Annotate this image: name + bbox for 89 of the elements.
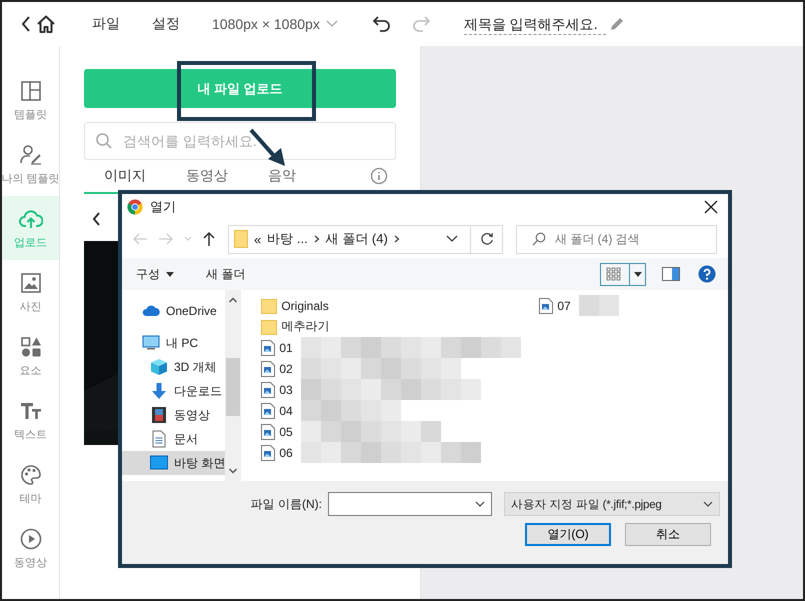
layout-icon (18, 78, 42, 102)
caret-icon (634, 272, 642, 276)
folder-tree-item[interactable]: 바탕 화면 (122, 451, 226, 475)
image-file-icon (261, 382, 276, 398)
help-icon[interactable] (698, 265, 716, 283)
menu-item[interactable]: 파일 (92, 15, 120, 33)
file-item[interactable]: 03 (261, 379, 540, 400)
browser-icon (127, 199, 143, 215)
search-field[interactable]: 검색어를 입력하세요. (84, 122, 396, 160)
field-label: 파일 이름(N): (250, 496, 322, 512)
chevron-down-icon[interactable] (446, 235, 458, 243)
image-file-icon (261, 402, 276, 418)
view-button[interactable] (600, 262, 630, 286)
dialog-title: 열기 (150, 198, 176, 216)
document-icon (150, 430, 168, 448)
tab[interactable]: 동영상 (166, 165, 248, 194)
search-icon (532, 232, 546, 246)
play-icon (18, 526, 42, 550)
image-file-icon (261, 424, 276, 440)
folder-tree-item[interactable]: 다운로드 (122, 379, 226, 403)
open-button[interactable]: 열기(O) (525, 523, 611, 546)
chevron-down-icon (326, 20, 338, 28)
info-icon (370, 166, 388, 184)
image-icon (18, 270, 42, 294)
folder-tree-item[interactable]: OneDrive (122, 299, 226, 323)
image-file-icon (261, 360, 276, 376)
image-file-icon (261, 340, 276, 356)
chevron-down-icon (703, 501, 713, 507)
organize-menu[interactable]: 구성 (136, 266, 174, 282)
monitor-icon (142, 334, 160, 352)
file-type-dropdown[interactable]: 사용자 지정 파일 (*.jfif;*.pjpeg (504, 492, 720, 516)
new-folder-button[interactable]: 새 폴더 (206, 266, 246, 282)
sidebar-item[interactable]: 동영상 (2, 516, 59, 580)
up-arrow-icon[interactable] (202, 231, 216, 247)
menu-item[interactable]: 설정 (152, 15, 180, 33)
user-pencil-icon (18, 142, 42, 166)
size-dropdown[interactable]: 1080px × 1080px (212, 16, 338, 32)
file-item[interactable]: 07 (539, 295, 803, 316)
chevron-down-icon (475, 501, 485, 507)
folder-tree-item[interactable]: 동영상 (122, 403, 226, 427)
file-item[interactable]: 01 (261, 337, 540, 358)
home-icon[interactable] (36, 14, 56, 34)
blurred-name (578, 295, 619, 316)
preview-pane-icon[interactable] (662, 267, 680, 281)
folder-tree-item[interactable]: 내 PC (122, 331, 226, 355)
file-item[interactable]: 메추라기 (261, 316, 540, 337)
breadcrumb-item[interactable]: 바탕 ... (267, 230, 308, 248)
address-bar[interactable]: « 바탕 ... 새 폴더 (4) (228, 224, 503, 254)
sidebar-item[interactable]: 사진 (2, 260, 59, 324)
sidebar-item[interactable]: 텍스트 (2, 388, 59, 452)
caret-icon (166, 272, 174, 276)
film-icon (150, 406, 168, 424)
folder-tree-item[interactable]: 문서 (122, 427, 226, 451)
image-file-icon (539, 298, 554, 314)
folder-icon (261, 298, 278, 314)
pencil-icon[interactable] (608, 16, 625, 32)
image-file-icon (261, 444, 276, 460)
refresh-icon (480, 232, 494, 246)
cube-icon (150, 358, 168, 376)
tab[interactable]: 음악 (248, 165, 316, 194)
folder-icon (261, 318, 278, 334)
cancel-button[interactable]: 취소 (625, 523, 711, 546)
chevron-right-icon (314, 235, 320, 243)
monitor-icon (150, 454, 168, 472)
file-item[interactable]: 02 (261, 358, 540, 379)
sidebar-item[interactable]: 테마 (2, 452, 59, 516)
back-icon[interactable] (92, 212, 102, 226)
breadcrumb-item[interactable]: 새 폴더 (4) (326, 230, 388, 248)
undo-icon[interactable] (372, 14, 392, 34)
sidebar-item[interactable]: 템플릿 (2, 68, 59, 132)
back-icon[interactable] (20, 15, 32, 33)
breadcrumb-overflow[interactable]: « (254, 232, 262, 246)
sidebar-item[interactable]: 나의 템플릿 (2, 132, 59, 196)
view-dropdown[interactable] (630, 262, 646, 286)
chevron-right-icon (394, 235, 400, 243)
filename-field[interactable] (328, 492, 492, 516)
folder-icon (234, 230, 248, 248)
search-field[interactable]: 새 폴더 (4) 검색 (516, 224, 717, 254)
close-icon[interactable] (704, 200, 718, 214)
file-item[interactable]: Originals (261, 295, 540, 316)
folder-tree-item[interactable]: 3D 개체 (122, 355, 226, 379)
file-item[interactable]: 05 (261, 421, 540, 442)
file-item[interactable]: 06 (261, 442, 540, 463)
palette-icon (18, 462, 42, 486)
search-icon (95, 132, 113, 150)
file-item[interactable]: 04 (261, 400, 540, 421)
down-arrow-icon (150, 382, 168, 400)
shapes-icon (18, 334, 42, 358)
sidebar-item[interactable]: 요소 (2, 324, 59, 388)
